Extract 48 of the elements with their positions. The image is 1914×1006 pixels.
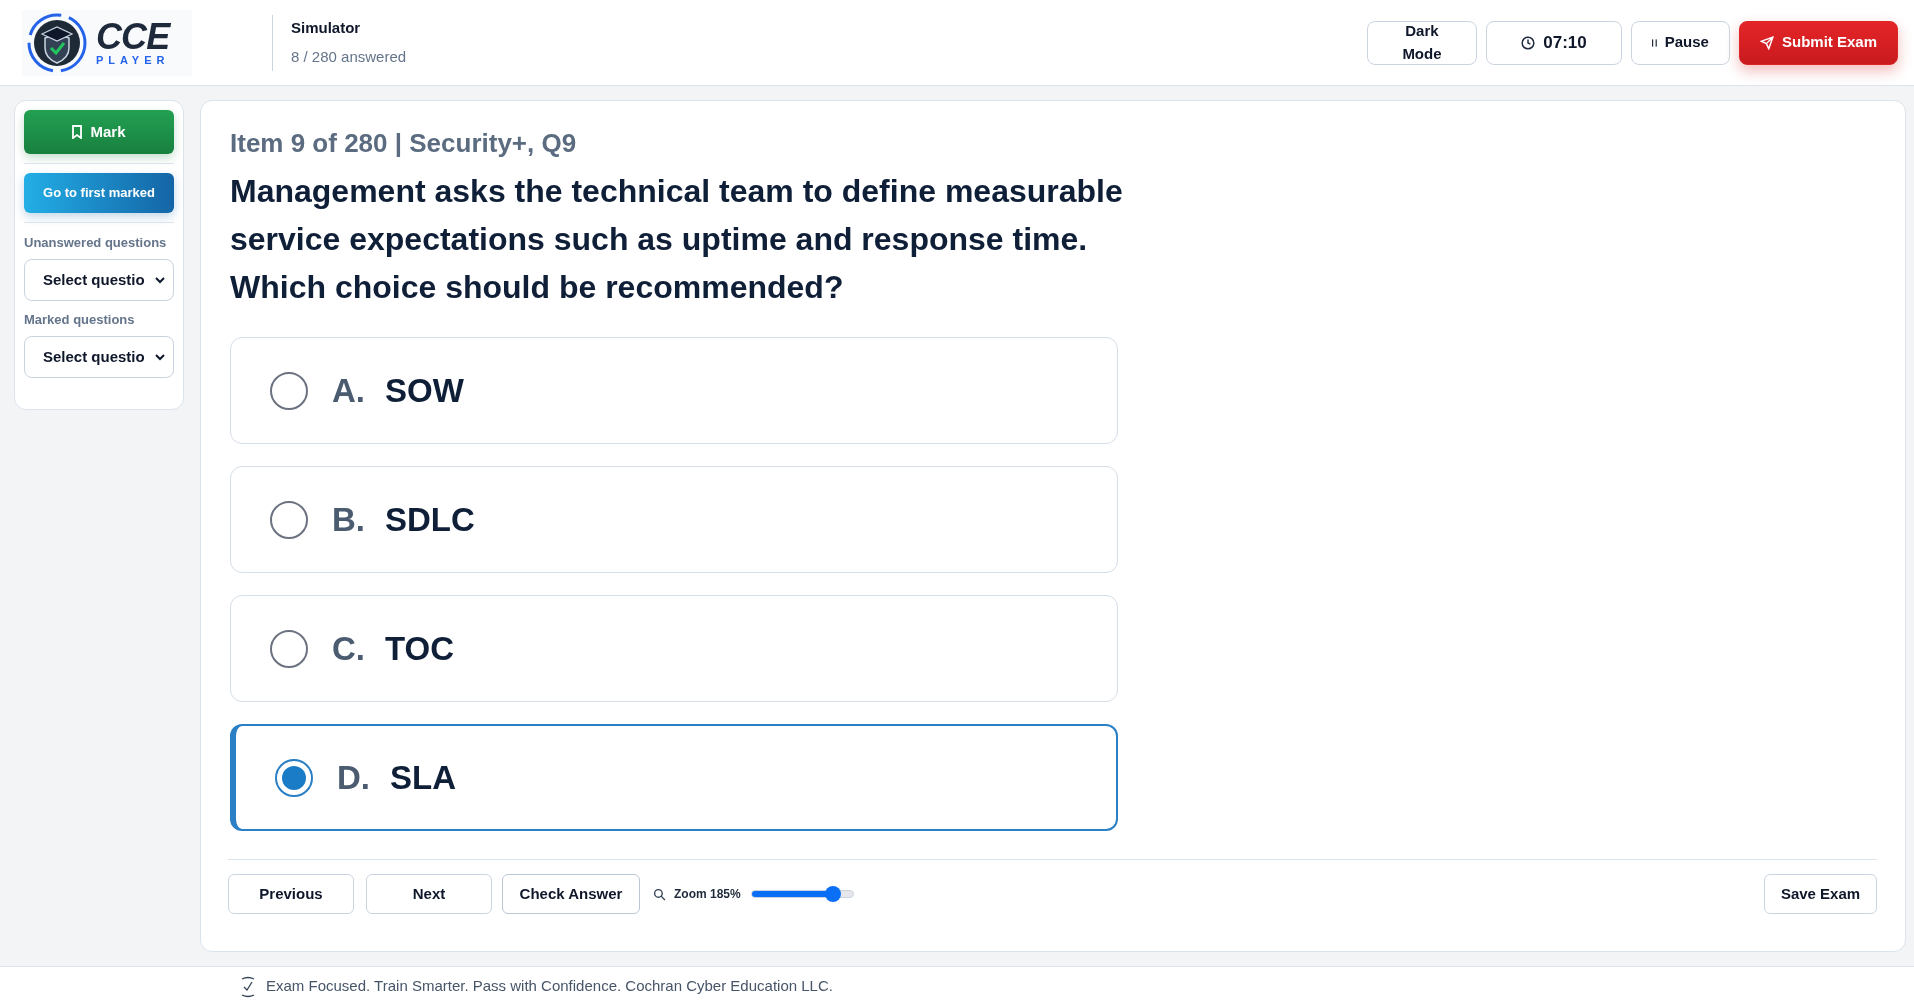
progress-text: 8 / 280 answered [291,46,407,67]
zoom-label: Zoom 185% [674,886,741,903]
shield-check-icon [240,975,256,998]
option-text: TOC [385,628,455,669]
footer-text: Exam Focused. Train Smarter. Pass with Confidence. Cochran Cyber Education LLC. [266,976,833,997]
answer-option[interactable]: C. TOC [230,595,1118,702]
option-letter: A. [332,370,365,411]
item-heading: Item 9 of 280 | Security+, Q9 [230,127,578,160]
timer-button[interactable]: 07:10 [1485,20,1622,65]
pause-icon [1651,36,1657,49]
shield-logo-icon [26,11,88,74]
option-letter: B. [332,499,365,540]
option-text: SLA [390,757,456,798]
option-text: SOW [385,370,464,411]
option-letter: C. [332,628,365,669]
chevron-down-icon [155,276,165,284]
chevron-down-icon [155,353,165,361]
logo-subtitle: PLAYER [96,55,170,66]
question-text: Management asks the technical team to define measurable service expectations such as uptime and response time. Which choice should be recommended? [230,172,1124,307]
bookmark-icon [72,125,83,139]
radio-button[interactable] [270,629,308,668]
zoom-slider[interactable] [750,885,854,903]
option-letter: D. [337,757,370,798]
option-text: SDLC [385,499,475,540]
mark-button[interactable]: Mark [24,110,174,154]
filter-label: Unanswered questions [24,234,168,252]
previous-button[interactable]: Previous [228,874,354,914]
question-select[interactable]: Select questio [24,259,174,301]
next-button[interactable]: Next [366,874,492,914]
save-exam-button[interactable]: Save Exam [1764,874,1877,914]
filter-label: Marked questions [24,311,136,329]
pause-button[interactable]: Pause [1630,20,1730,65]
answer-option[interactable]: B. SDLC [230,466,1118,573]
answer-option[interactable]: A. SOW [230,337,1118,444]
first-marked-button[interactable]: Go to first marked [24,173,174,213]
question-select[interactable]: Select questio [24,336,174,378]
check-answer-button[interactable]: Check Answer [502,874,640,914]
radio-button[interactable] [275,758,313,797]
dark-mode-button[interactable]: Dark Mode [1366,20,1477,65]
send-icon [1759,35,1774,50]
mode-title: Simulator [291,18,362,38]
radio-button[interactable] [270,500,308,539]
clock-icon [1521,35,1536,50]
submit-exam-button[interactable]: Submit Exam [1738,20,1898,65]
logo-title: CCE [96,19,170,55]
search-icon [653,887,666,901]
answer-option[interactable]: D. SLA [230,724,1118,831]
radio-button[interactable] [270,371,308,410]
